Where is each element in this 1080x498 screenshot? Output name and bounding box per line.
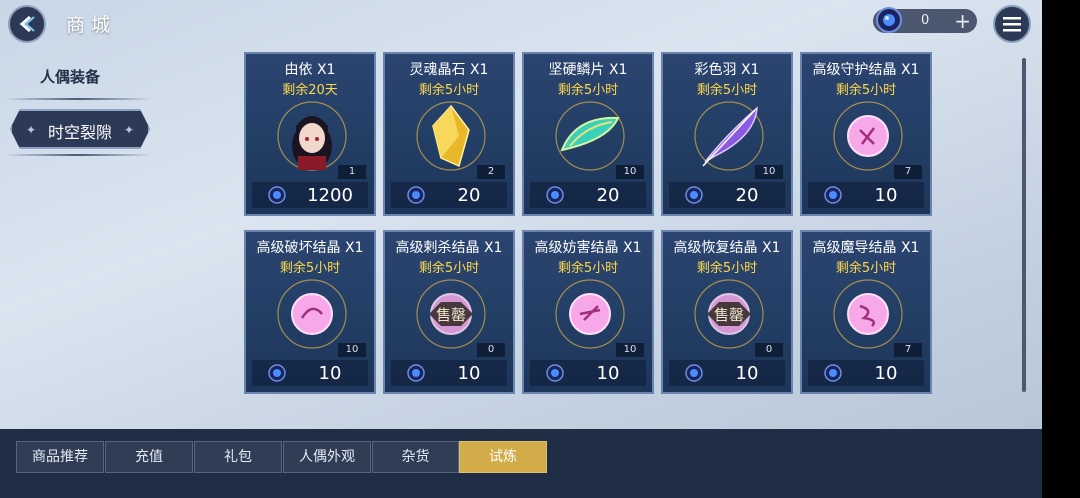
item-stock: 0 bbox=[755, 343, 783, 357]
crystal-orb-icon: 售罄 bbox=[694, 279, 764, 349]
sold-out-label: 售罄 bbox=[436, 306, 466, 324]
tab-doll-appearance[interactable]: 人偶外观 bbox=[283, 441, 371, 473]
item-stock: 2 bbox=[477, 165, 505, 179]
item-price: 10 bbox=[596, 363, 620, 384]
gem-icon bbox=[685, 186, 703, 204]
gem-icon bbox=[824, 364, 842, 382]
item-stock: 0 bbox=[477, 343, 505, 357]
shop-item-card[interactable]: 高级魔导结晶 X1 剩余5小时 7 10 bbox=[800, 230, 932, 394]
item-name: 高级剌杀结晶 X1 bbox=[395, 240, 503, 256]
back-button[interactable] bbox=[8, 5, 46, 43]
sparkle-icon: ✦ bbox=[123, 123, 134, 137]
price-bar: 20 bbox=[530, 182, 646, 208]
category-heading[interactable]: 人偶装备 bbox=[40, 66, 100, 87]
price-bar: 10 bbox=[808, 360, 924, 386]
item-name: 高级守护结晶 X1 bbox=[812, 62, 920, 78]
gem-icon bbox=[876, 7, 902, 33]
item-price: 20 bbox=[457, 185, 481, 206]
price-bar: 10 bbox=[391, 360, 507, 386]
tab-recommended[interactable]: 商品推荐 bbox=[16, 441, 104, 473]
tab-trial[interactable]: 试炼 bbox=[459, 441, 547, 473]
shop-item-card[interactable]: 高级破坏结晶 X1 剩余5小时 10 10 bbox=[244, 230, 376, 394]
feather-icon bbox=[694, 101, 764, 171]
shop-item-card[interactable]: 高级恢复结晶 X1 剩余5小时 售罄 0 10 bbox=[661, 230, 793, 394]
item-price: 10 bbox=[457, 363, 481, 384]
item-stock: 1 bbox=[338, 165, 366, 179]
price-bar: 10 bbox=[669, 360, 785, 386]
gem-icon bbox=[546, 364, 564, 382]
item-price: 10 bbox=[874, 185, 898, 206]
shop-item-card[interactable]: 彩色羽 X1 剩余5小时 10 20 bbox=[661, 52, 793, 216]
sold-out-label: 售罄 bbox=[714, 306, 744, 324]
crystal-orb-icon bbox=[833, 279, 903, 349]
gem-icon bbox=[685, 364, 703, 382]
item-stock: 10 bbox=[616, 343, 644, 357]
shop-item-card[interactable]: 灵魂晶石 X1 剩余5小时 2 20 bbox=[383, 52, 515, 216]
back-arrow-icon bbox=[19, 15, 35, 33]
currency-display[interactable]: 0 + bbox=[873, 7, 977, 33]
item-price: 20 bbox=[735, 185, 759, 206]
item-stock: 7 bbox=[894, 343, 922, 357]
scale-icon bbox=[555, 101, 625, 171]
gem-icon bbox=[268, 186, 286, 204]
shop-item-card[interactable]: 高级妨害结晶 X1 剩余5小时 10 10 bbox=[522, 230, 654, 394]
item-stock: 10 bbox=[616, 165, 644, 179]
item-name: 灵魂晶石 X1 bbox=[409, 62, 489, 78]
crystal-orb-icon: 售罄 bbox=[416, 279, 486, 349]
price-bar: 10 bbox=[252, 360, 368, 386]
shop-item-card[interactable]: 坚硬鳞片 X1 剩余5小时 10 20 bbox=[522, 52, 654, 216]
top-bar: 商城 0 + bbox=[0, 0, 1042, 48]
shop-item-card[interactable]: 高级守护结晶 X1 剩余5小时 7 10 bbox=[800, 52, 932, 216]
item-price: 10 bbox=[318, 363, 342, 384]
item-name: 高级妨害结晶 X1 bbox=[534, 240, 642, 256]
crystal-orb-icon bbox=[833, 101, 903, 171]
shop-item-card[interactable]: 由依 X1 剩余20天 1 1200 bbox=[244, 52, 376, 216]
tab-recharge[interactable]: 充值 bbox=[105, 441, 193, 473]
add-currency-button[interactable]: + bbox=[954, 9, 971, 33]
tab-misc[interactable]: 杂货 bbox=[372, 441, 459, 473]
tab-gift-pack[interactable]: 礼包 bbox=[194, 441, 282, 473]
divider bbox=[4, 154, 152, 156]
price-bar: 20 bbox=[391, 182, 507, 208]
item-name: 彩色羽 X1 bbox=[694, 62, 760, 78]
sparkle-icon: ✦ bbox=[26, 123, 37, 137]
currency-amount: 0 bbox=[921, 13, 930, 28]
item-name: 坚硬鳞片 X1 bbox=[548, 62, 628, 78]
gem-icon bbox=[268, 364, 286, 382]
crystal-orb-icon bbox=[555, 279, 625, 349]
price-bar: 10 bbox=[530, 360, 646, 386]
item-stock: 10 bbox=[338, 343, 366, 357]
item-stock: 7 bbox=[894, 165, 922, 179]
page-title: 商城 bbox=[66, 14, 117, 36]
item-price: 1200 bbox=[307, 185, 353, 206]
category-item-label: 时空裂隙 bbox=[48, 123, 113, 142]
menu-icon bbox=[1003, 17, 1021, 32]
gem-icon bbox=[824, 186, 842, 204]
crystal-orb-icon bbox=[277, 279, 347, 349]
bottom-tab-bar: 商品推荐 充值 礼包 人偶外观 杂货 试炼 bbox=[0, 429, 1042, 498]
category-item-active[interactable]: ✦ 时空裂隙 ✦ bbox=[10, 109, 150, 149]
shop-item-card[interactable]: 高级剌杀结晶 X1 剩余5小时 售罄 0 10 bbox=[383, 230, 515, 394]
gem-icon bbox=[546, 186, 564, 204]
item-name: 高级破坏结晶 X1 bbox=[256, 240, 364, 256]
right-black-bar bbox=[1042, 0, 1080, 498]
item-name: 高级魔导结晶 X1 bbox=[812, 240, 920, 256]
gem-icon bbox=[407, 186, 425, 204]
character-portrait-icon bbox=[277, 101, 347, 171]
item-name: 由依 X1 bbox=[284, 62, 336, 78]
item-price: 10 bbox=[735, 363, 759, 384]
item-name: 高级恢复结晶 X1 bbox=[673, 240, 781, 256]
item-stock: 10 bbox=[755, 165, 783, 179]
item-price: 20 bbox=[596, 185, 620, 206]
scrollbar[interactable] bbox=[1022, 58, 1026, 392]
menu-button[interactable] bbox=[993, 5, 1031, 43]
price-bar: 1200 bbox=[252, 182, 368, 208]
price-bar: 10 bbox=[808, 182, 924, 208]
item-price: 10 bbox=[874, 363, 898, 384]
price-bar: 20 bbox=[669, 182, 785, 208]
divider bbox=[4, 98, 152, 100]
gold-crystal-icon bbox=[416, 101, 486, 171]
gem-icon bbox=[407, 364, 425, 382]
